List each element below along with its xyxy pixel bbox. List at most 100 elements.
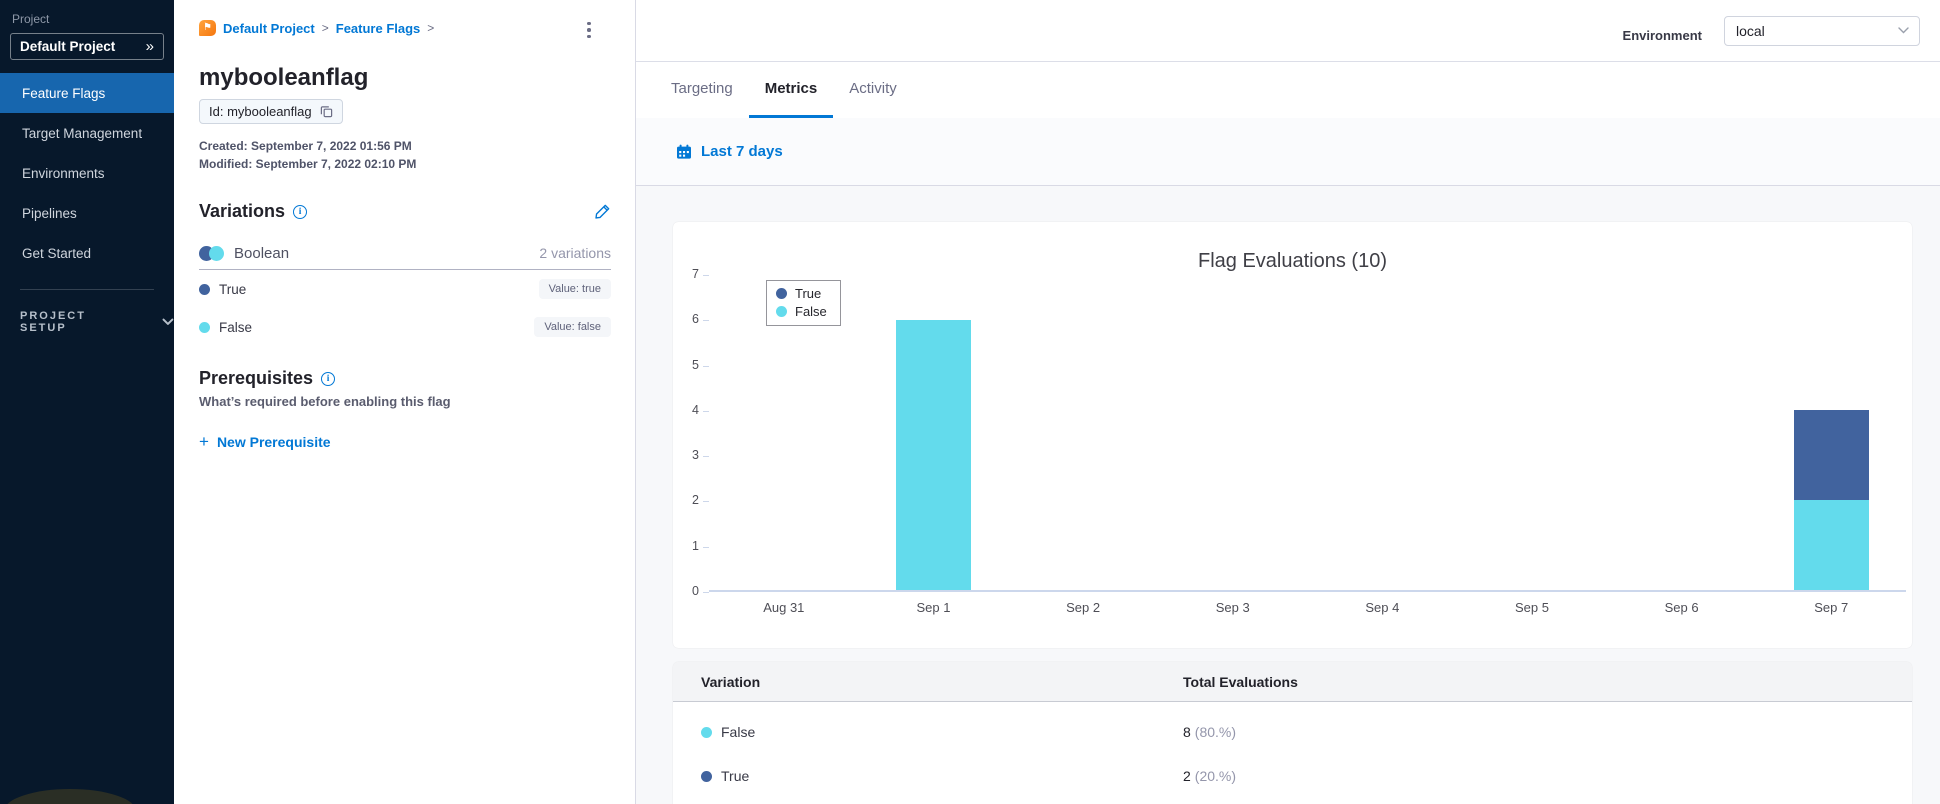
project-selector[interactable]: Default Project » [10, 33, 164, 60]
y-axis-label: 1 [692, 538, 699, 553]
plus-icon: + [199, 432, 209, 451]
sidebar-divider [20, 289, 154, 290]
chevron-down-icon [162, 318, 174, 325]
chart-plot: 0 1 2 3 4 5 6 7 Aug 31 Sep 1 Sep 2 Sep 3 Sep 4 Sep 5 S… [673, 267, 1912, 615]
sidebar-item-label: Get Started [22, 245, 92, 261]
tab-label: Targeting [671, 80, 733, 97]
y-axis-tick [703, 592, 709, 593]
tab-label: Metrics [764, 80, 818, 97]
bar-sep-7-false [1793, 500, 1869, 590]
table-row: False 8 (80.%) [673, 710, 1912, 754]
breadcrumb-separator: > [427, 21, 435, 35]
copy-icon[interactable] [320, 105, 333, 118]
bar-sep-7-true [1793, 410, 1869, 500]
help-widget[interactable] [4, 789, 136, 804]
date-range-button[interactable]: Last 7 days [676, 143, 783, 160]
plot-area: Aug 31 Sep 1 Sep 2 Sep 3 Sep 4 Sep 5 Sep 6 Sep … [709, 275, 1906, 615]
column-header-variation: Variation [701, 673, 761, 690]
project-selector-value: Default Project [20, 39, 116, 54]
info-icon[interactable]: i [321, 371, 336, 386]
x-axis-label: Sep 7 [1814, 600, 1849, 615]
new-prerequisite-label: New Prerequisite [216, 433, 331, 450]
sidebar-item-environments[interactable]: Environments [0, 153, 174, 193]
variation-cell: True [721, 768, 750, 784]
sidebar-item-feature-flags[interactable]: Feature Flags [0, 73, 174, 113]
sidebar-item-label: Pipelines [22, 205, 77, 221]
x-axis-label: Sep 4 [1365, 600, 1400, 615]
environment-label: Environment [1622, 28, 1702, 43]
sidebar-item-project-setup[interactable]: PROJECT SETUP [20, 310, 174, 334]
x-axis-label: Sep 6 [1664, 600, 1699, 615]
chart-legend: True False [766, 280, 841, 326]
evaluation-count: 2 [1183, 768, 1191, 784]
flag-id-value: Id: mybooleanflag [209, 104, 312, 119]
sidebar-item-label: Feature Flags [22, 85, 106, 101]
legend-label: False [795, 304, 827, 319]
tab-targeting[interactable]: Targeting [655, 62, 749, 118]
chevron-down-icon [1898, 27, 1909, 34]
variation-row-true: True Value: true [199, 270, 611, 308]
sidebar-item-label: Environments [22, 165, 105, 181]
table-header-row: Variation Total Evaluations [673, 662, 1912, 702]
sidebar-item-target-management[interactable]: Target Management [0, 113, 174, 153]
breadcrumb: ⚑ Default Project > Feature Flags > [199, 20, 611, 39]
variation-value-chip: Value: true [538, 279, 611, 299]
bar-sep-1-false [896, 320, 971, 590]
breadcrumb-project-link[interactable]: Default Project [223, 21, 315, 36]
tab-metrics[interactable]: Metrics [748, 62, 834, 118]
modified-timestamp: Modified: September 7, 2022 02:10 PM [199, 157, 417, 171]
sidebar-item-get-started[interactable]: Get Started [0, 233, 174, 273]
variation-name: True [219, 281, 247, 297]
chart-title: Flag Evaluations (10) [1198, 250, 1387, 272]
date-range-bar: Last 7 days [636, 118, 1940, 186]
legend-entry-true: True [776, 286, 827, 301]
variation-type-row: Boolean 2 variations [199, 240, 611, 266]
variations-heading: Variations [199, 201, 286, 221]
flag-options-menu-icon[interactable] [579, 18, 599, 42]
created-timestamp: Created: September 7, 2022 01:56 PM [199, 139, 412, 153]
x-axis-label: Sep 5 [1514, 600, 1549, 615]
x-axis-label: Sep 1 [916, 600, 951, 615]
variation-type-label: Boolean [234, 244, 290, 262]
variation-name: False [219, 319, 253, 335]
environment-select[interactable]: local [1724, 15, 1920, 46]
breadcrumb-separator: > [321, 21, 329, 35]
legend-dot-false [776, 306, 787, 317]
y-axis-label: 2 [692, 493, 699, 508]
info-icon[interactable]: i [293, 204, 308, 219]
legend-dot-true [776, 288, 787, 299]
metrics-panel: Environment local Targeting Metrics Acti… [635, 0, 1940, 804]
sidebar: Project Default Project » Feature Flags … [0, 0, 174, 804]
project-label: Project [12, 12, 50, 26]
new-prerequisite-button[interactable]: + New Prerequisite [199, 433, 611, 450]
prerequisites-subtitle: What’s required before enabling this fla… [199, 394, 451, 409]
variation-value-chip: Value: false [534, 317, 611, 337]
flag-detail-panel: ⚑ Default Project > Feature Flags > mybo… [174, 0, 635, 804]
x-axis-label: Sep 2 [1066, 600, 1101, 615]
project-setup-label: PROJECT SETUP [20, 310, 86, 334]
feature-flags-module-icon: ⚑ [199, 20, 216, 36]
metrics-content: Flag Evaluations (10) 0 1 2 3 4 5 6 7 Aug 31 Sep … [636, 186, 1940, 804]
environment-bar: Environment local [636, 0, 1940, 62]
y-axis-label: 7 [692, 267, 699, 281]
false-variation-dot [701, 726, 712, 738]
legend-label: True [795, 286, 822, 301]
evaluations-table-card: Variation Total Evaluations False 8 (80.%… [673, 662, 1912, 804]
breadcrumb-feature-flags-link[interactable]: Feature Flags [336, 21, 421, 36]
sidebar-nav: Feature Flags Target Management Environm… [0, 73, 174, 273]
x-axis-label: Aug 31 [763, 600, 805, 615]
evaluation-count: 8 [1183, 724, 1191, 740]
y-axis-label: 3 [692, 448, 699, 463]
y-axis-label: 5 [692, 357, 699, 372]
tab-activity[interactable]: Activity [833, 62, 913, 118]
y-axis-label: 0 [692, 584, 699, 598]
date-range-label: Last 7 days [701, 143, 783, 160]
sidebar-item-pipelines[interactable]: Pipelines [0, 193, 174, 233]
legend-entry-false: False [776, 304, 827, 319]
false-variation-dot [199, 321, 210, 333]
sidebar-item-label: Target Management [22, 125, 143, 141]
edit-pencil-icon[interactable] [594, 203, 611, 220]
flag-id-chip: Id: mybooleanflag [199, 99, 343, 124]
evaluation-percent: (20.%) [1194, 768, 1237, 784]
true-variation-dot [701, 770, 712, 782]
